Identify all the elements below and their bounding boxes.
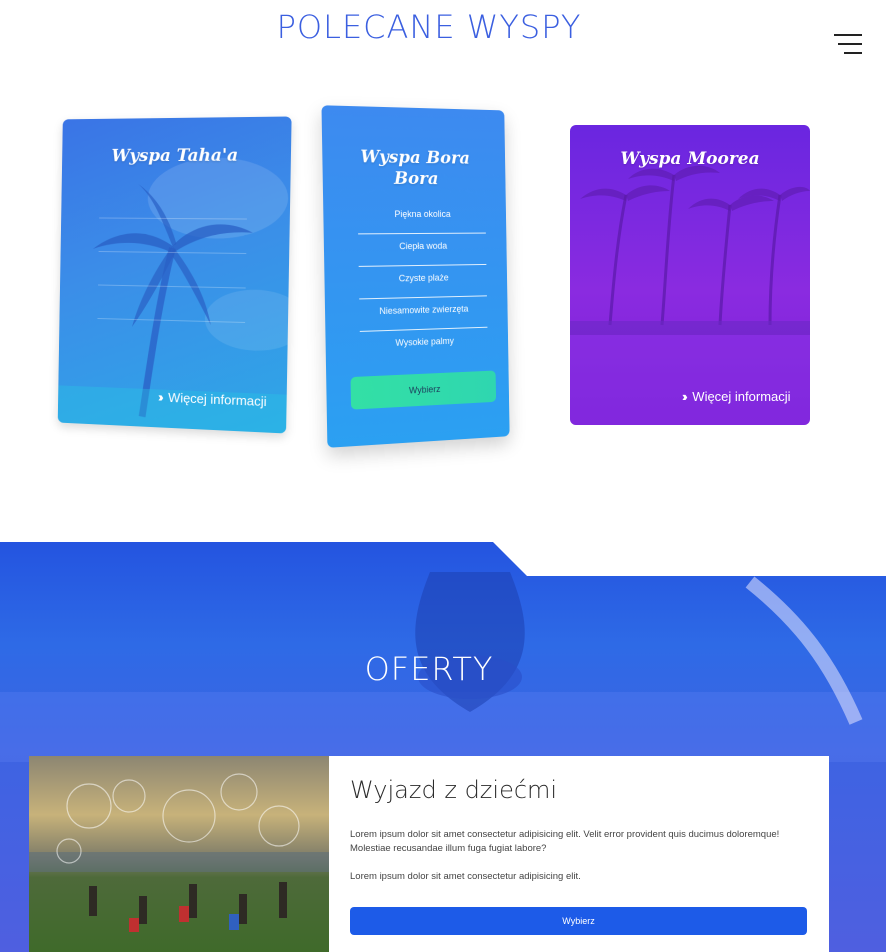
island-title: Wyspa Bora Bora <box>360 146 471 190</box>
double-chevron-right-icon: ›› <box>157 389 161 405</box>
more-info-label: Więcej informacji <box>692 389 791 404</box>
kids-bubbles-image <box>29 773 329 932</box>
offer-photo <box>29 756 329 952</box>
offer-card: Wyjazd z dziećmi Lorem ipsum dolor sit a… <box>29 756 829 952</box>
select-offer-button[interactable]: Wybierz <box>350 907 807 935</box>
feature-item: Piękna okolica <box>357 201 486 235</box>
palm-beach-image <box>570 165 810 425</box>
feature-item: Niesamowite zwierzęta <box>359 296 488 332</box>
island-card-tahaa[interactable]: Wyspa Taha'a ›› Więcej informacji <box>57 116 292 434</box>
page-title: POLECANE WYSPY <box>276 8 582 46</box>
more-info-link[interactable]: ›› Więcej informacji <box>682 389 791 404</box>
island-title: Wyspa Moorea <box>620 149 760 169</box>
select-button[interactable]: Wybierz <box>350 370 497 410</box>
offers-section: OFERTY Wyjazd z dziećmi Lorem ipsum dolo… <box>0 542 886 952</box>
island-title: Wyspa Taha'a <box>111 145 239 167</box>
island-card-bora-bora[interactable]: Wyspa Bora Bora Piękna okolica Ciepła wo… <box>321 105 510 448</box>
feature-item: Czyste plaże <box>358 264 487 300</box>
offers-title: OFERTY <box>364 650 494 688</box>
offer-body: Wyjazd z dziećmi Lorem ipsum dolor sit a… <box>350 776 807 884</box>
feature-item: Ciepła woda <box>358 233 487 267</box>
island-card-moorea[interactable]: Wyspa Moorea ›› Więcej informacji <box>570 125 810 425</box>
offer-heading: Wyjazd z dziećmi <box>350 776 558 804</box>
hamburger-menu-icon[interactable] <box>832 34 862 58</box>
offer-description: Lorem ipsum dolor sit amet consectetur a… <box>350 829 780 854</box>
section-notch <box>493 542 886 576</box>
offer-description-secondary: Lorem ipsum dolor sit amet consectetur a… <box>350 871 581 882</box>
feature-list: Piękna okolica Ciepła woda Czyste plaże … <box>357 201 488 365</box>
feature-item: Wysokie palmy <box>395 335 454 348</box>
double-chevron-right-icon: ›› <box>682 389 687 404</box>
